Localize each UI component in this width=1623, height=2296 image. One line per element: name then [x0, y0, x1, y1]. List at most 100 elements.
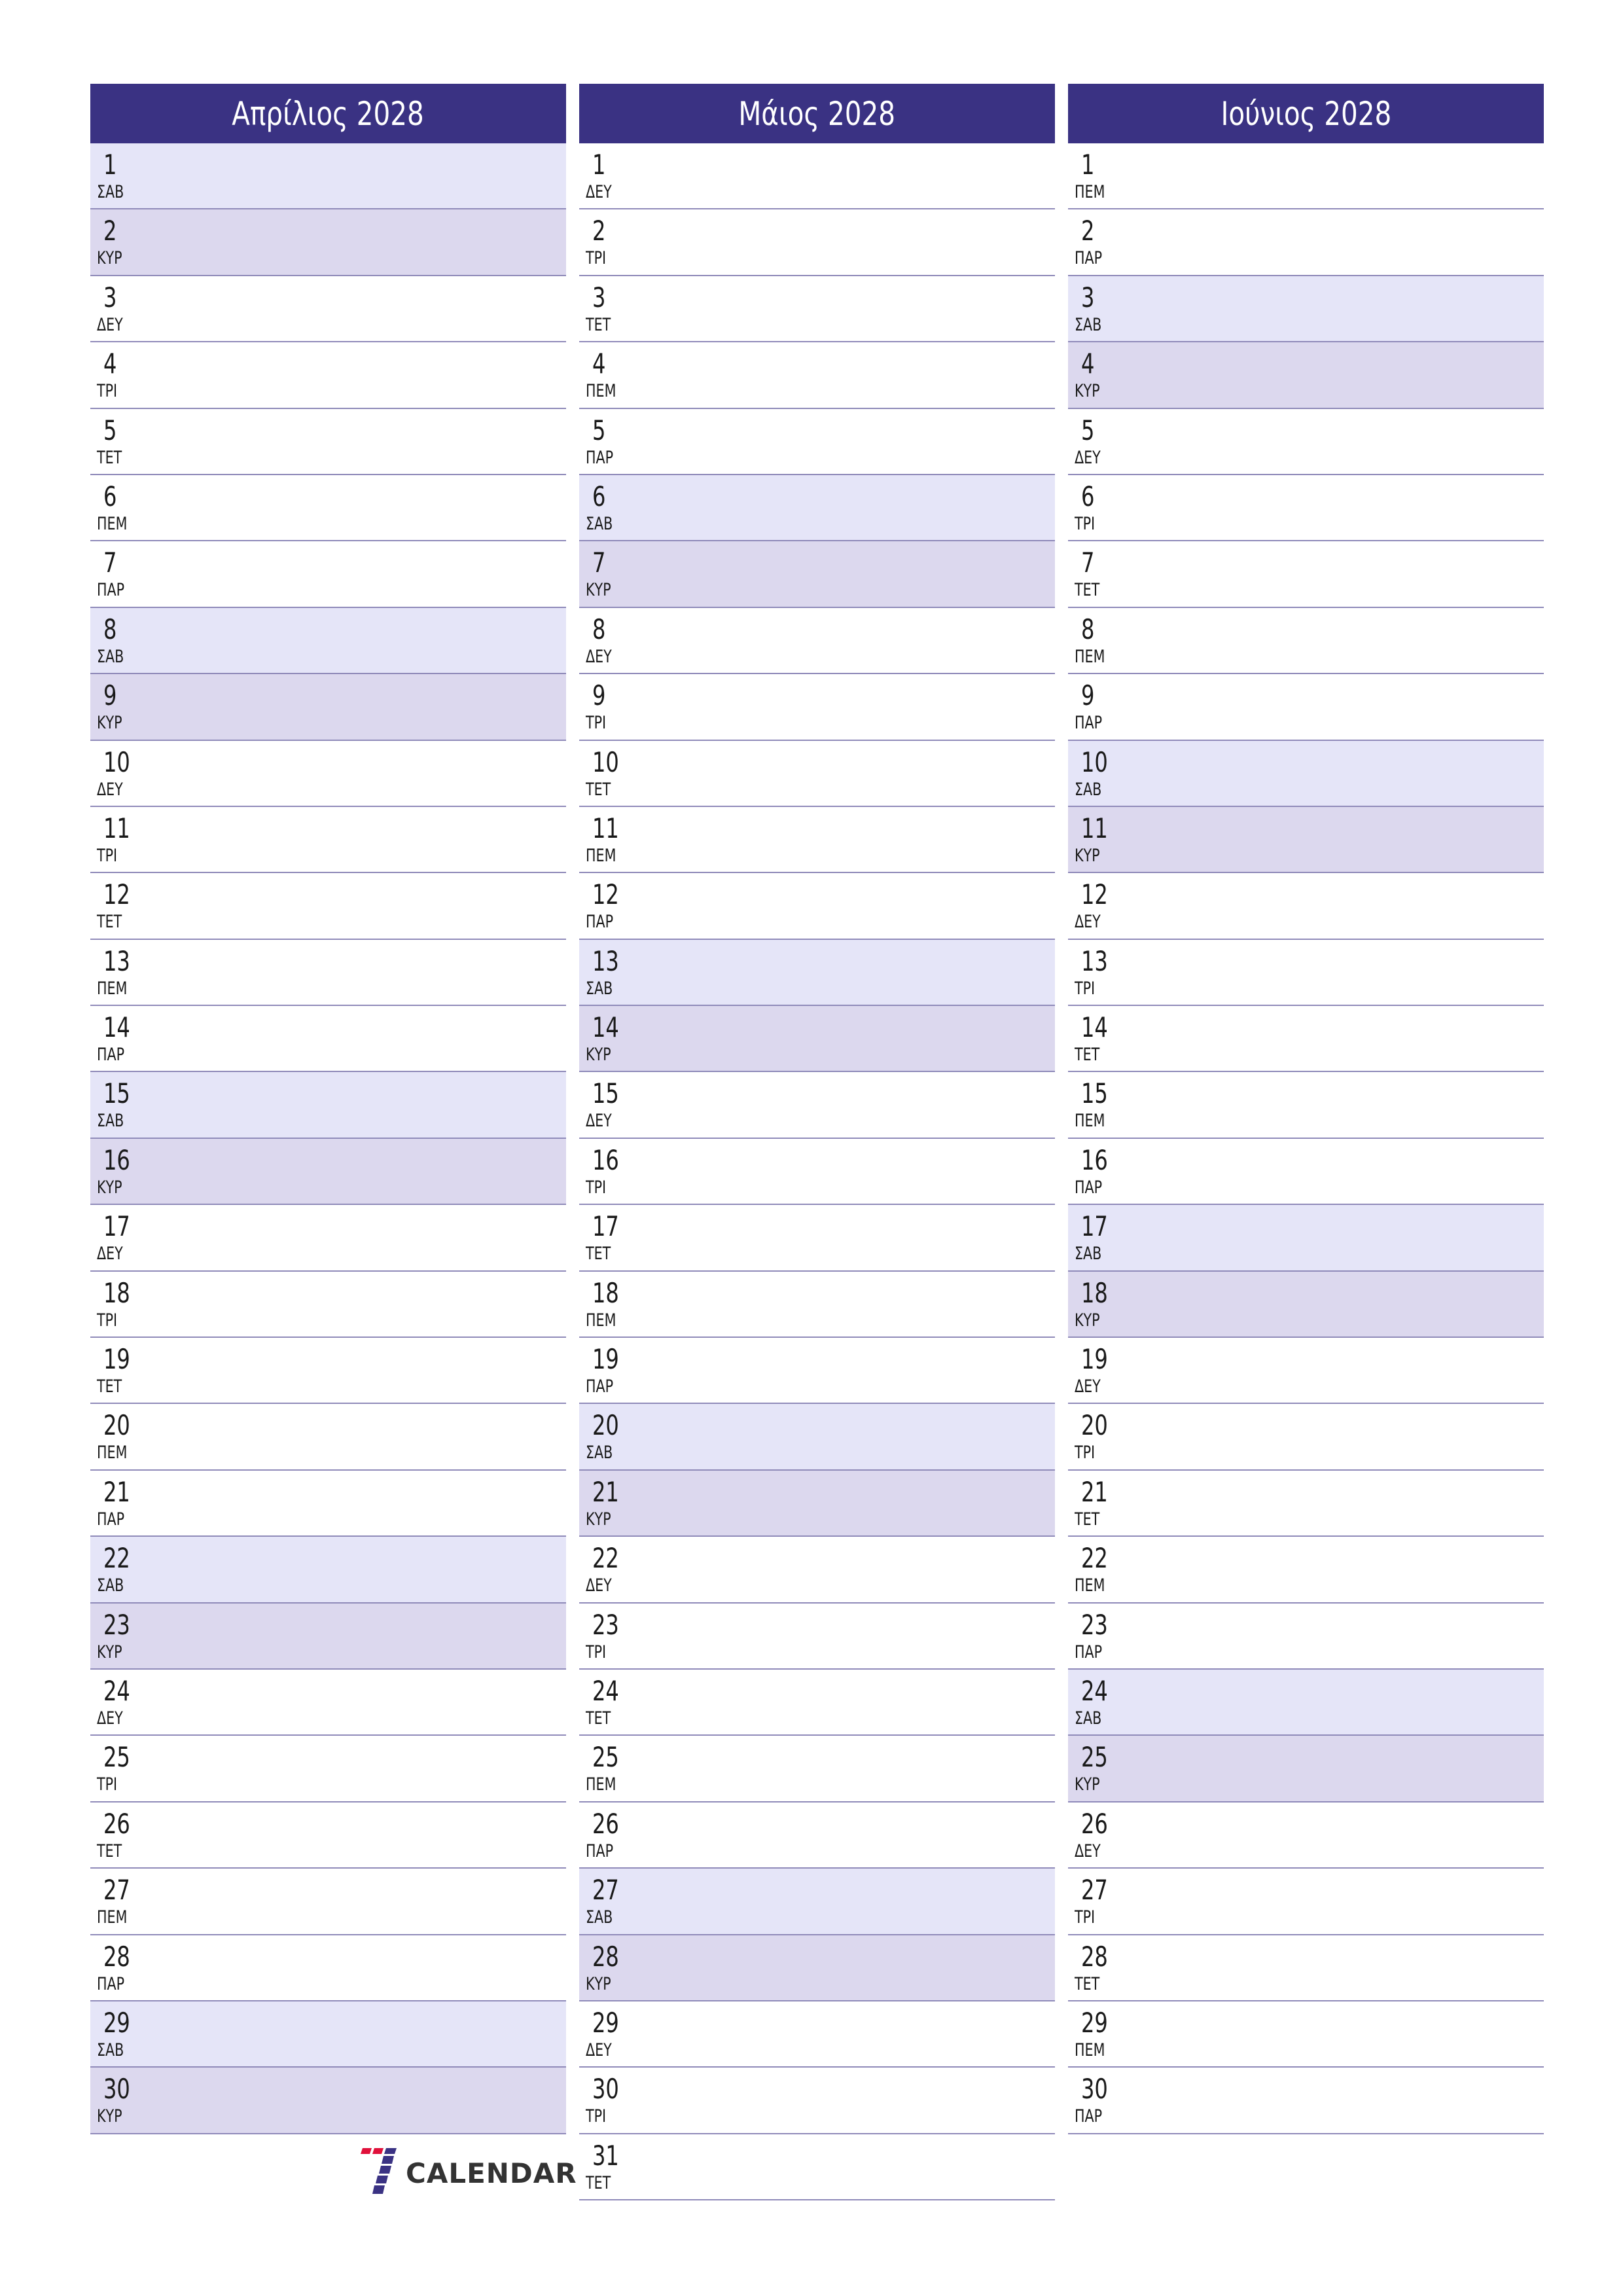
day-row: 24 ΣΑΒ	[1068, 1669, 1544, 1736]
day-of-week: ΠΑΡ	[1075, 2106, 1103, 2127]
day-of-week: ΤΡΙ	[586, 1177, 607, 1198]
day-number: 9	[103, 679, 117, 712]
day-of-week: ΚΥΡ	[1075, 381, 1100, 402]
day-number: 7	[592, 547, 606, 579]
month-header: Ιούνιος 2028	[1068, 84, 1544, 143]
day-row: 29 ΣΑΒ	[90, 2001, 566, 2068]
day-row: 2 ΠΑΡ	[1068, 209, 1544, 276]
day-of-week: ΠΕΜ	[1075, 1111, 1105, 1132]
day-number: 2	[103, 215, 117, 247]
day-of-week: ΤΡΙ	[97, 1310, 118, 1331]
day-number: 16	[103, 1143, 130, 1176]
day-number: 4	[103, 348, 117, 380]
day-of-week: ΚΥΡ	[586, 1509, 611, 1530]
day-number: 17	[1081, 1210, 1108, 1243]
day-row: 21 ΤΕΤ	[1068, 1471, 1544, 1537]
day-row: 3 ΤΕΤ	[579, 276, 1055, 343]
day-of-week: ΣΑΒ	[1075, 314, 1102, 335]
day-of-week: ΠΕΜ	[586, 1774, 616, 1795]
day-row: 6 ΠΕΜ	[90, 475, 566, 542]
day-number: 21	[103, 1475, 130, 1508]
day-of-week: ΣΑΒ	[97, 1575, 124, 1596]
day-row: 17 ΤΕΤ	[579, 1205, 1055, 1272]
day-row: 9 ΚΥΡ	[90, 674, 566, 741]
day-of-week: ΤΡΙ	[97, 845, 118, 866]
day-of-week: ΚΥΡ	[1075, 1774, 1100, 1795]
day-row: 18 ΠΕΜ	[579, 1272, 1055, 1338]
day-row: 13 ΣΑΒ	[579, 939, 1055, 1007]
day-number: 27	[103, 1874, 130, 1907]
day-of-week: ΠΕΜ	[97, 978, 128, 999]
day-row: 16 ΤΡΙ	[579, 1139, 1055, 1206]
day-number: 29	[103, 2006, 130, 2039]
day-of-week: ΔΕΥ	[97, 1708, 123, 1729]
day-number: 7	[1081, 547, 1095, 579]
day-of-week: ΚΥΡ	[97, 2106, 122, 2127]
day-of-week: ΤΡΙ	[1075, 1443, 1096, 1463]
month-header: Απρίλιος 2028	[90, 84, 566, 143]
day-of-week: ΣΑΒ	[97, 182, 124, 202]
day-of-week: ΠΕΜ	[586, 381, 616, 402]
day-row: 23 ΠΑΡ	[1068, 1604, 1544, 1670]
day-row: 9 ΤΡΙ	[579, 674, 1055, 741]
day-of-week: ΠΕΜ	[1075, 2039, 1105, 2060]
day-number: 10	[592, 745, 619, 778]
day-row: 18 ΚΥΡ	[1068, 1271, 1544, 1338]
day-of-week: ΤΕΤ	[586, 1244, 611, 1265]
day-row: 10 ΔΕΥ	[90, 741, 566, 807]
day-number: 8	[592, 613, 606, 645]
day-of-week: ΚΥΡ	[1075, 1310, 1100, 1331]
day-number: 24	[103, 1674, 130, 1707]
month-april: Απρίλιος 2028 1 ΣΑΒ 2 ΚΥΡ 3 ΔΕΥ 4 ΤΡΙ 5 ΤΕΤ 6 ΠΕΜ 7 Π…	[90, 84, 566, 2134]
day-of-week: ΠΕΜ	[97, 1443, 128, 1463]
day-row: 25 ΠΕΜ	[579, 1736, 1055, 1803]
day-number: 6	[103, 480, 117, 512]
day-number: 20	[1081, 1409, 1108, 1442]
day-number: 29	[592, 2006, 619, 2039]
day-row: 13 ΤΡΙ	[1068, 940, 1544, 1007]
day-row: 11 ΠΕΜ	[579, 807, 1055, 874]
day-row: 27 ΤΡΙ	[1068, 1869, 1544, 1935]
day-of-week: ΠΑΡ	[97, 1973, 125, 1994]
day-number: 1	[1081, 149, 1095, 181]
day-number: 4	[592, 348, 606, 380]
day-row: 23 ΤΡΙ	[579, 1604, 1055, 1670]
day-row: 14 ΠΑΡ	[90, 1006, 566, 1073]
day-of-week: ΤΕΤ	[586, 314, 611, 335]
day-number: 2	[592, 215, 606, 247]
day-number: 4	[1081, 348, 1095, 380]
day-row: 17 ΔΕΥ	[90, 1205, 566, 1272]
day-of-week: ΤΡΙ	[1075, 513, 1096, 534]
day-number: 24	[592, 1674, 619, 1707]
day-row: 16 ΚΥΡ	[90, 1138, 566, 1206]
day-of-week: ΤΡΙ	[586, 248, 607, 269]
day-row: 4 ΚΥΡ	[1068, 342, 1544, 409]
day-row: 11 ΚΥΡ	[1068, 806, 1544, 874]
day-number: 14	[103, 1011, 130, 1044]
day-row: 30 ΤΡΙ	[579, 2068, 1055, 2134]
day-row: 15 ΣΑΒ	[90, 1072, 566, 1139]
day-of-week: ΠΑΡ	[1075, 1177, 1103, 1198]
day-number: 13	[592, 944, 619, 977]
day-of-week: ΣΑΒ	[1075, 1244, 1102, 1265]
day-number: 14	[592, 1011, 619, 1044]
day-of-week: ΤΕΤ	[97, 1840, 122, 1861]
day-number: 13	[1081, 944, 1108, 977]
day-of-week: ΚΥΡ	[97, 713, 122, 734]
day-row: 17 ΣΑΒ	[1068, 1205, 1544, 1272]
day-of-week: ΠΕΜ	[1075, 646, 1105, 667]
day-number: 19	[592, 1343, 619, 1376]
day-row: 1 ΔΕΥ	[579, 143, 1055, 210]
day-number: 12	[592, 878, 619, 911]
day-row: 8 ΔΕΥ	[579, 608, 1055, 675]
day-of-week: ΔΕΥ	[1075, 1376, 1101, 1397]
day-of-week: ΣΑΒ	[586, 1443, 613, 1463]
day-number: 18	[1081, 1276, 1108, 1309]
day-number: 5	[103, 414, 117, 446]
day-of-week: ΔΕΥ	[1075, 447, 1101, 468]
day-of-week: ΔΕΥ	[586, 182, 612, 202]
day-row: 12 ΤΕΤ	[90, 873, 566, 940]
day-row: 21 ΚΥΡ	[579, 1470, 1055, 1537]
day-row: 16 ΠΑΡ	[1068, 1139, 1544, 1206]
day-number: 23	[1081, 1608, 1108, 1641]
